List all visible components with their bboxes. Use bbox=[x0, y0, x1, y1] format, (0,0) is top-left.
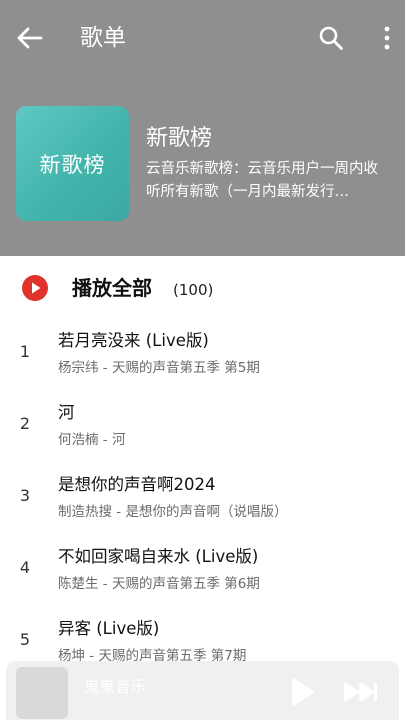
search-button[interactable] bbox=[314, 22, 348, 54]
play-all-label[interactable]: 播放全部 bbox=[72, 272, 152, 304]
song-title: 是想你的声音啊2024 bbox=[58, 475, 216, 494]
play-circle-icon[interactable] bbox=[21, 274, 49, 302]
song-index: 2 bbox=[19, 414, 31, 433]
back-arrow-icon bbox=[17, 27, 43, 49]
playlist-header: 歌单 新歌榜 新歌榜 云音乐新歌榜：云音乐用户一周内收听所有新歌（一月内最新发行… bbox=[0, 0, 405, 256]
song-row[interactable]: 4 不如回家喝自来水 (Live版) 陈楚生 - 天赐的声音第五季 第6期 bbox=[0, 534, 405, 606]
song-subtitle: 杨宗纬 - 天赐的声音第五季 第5期 bbox=[58, 360, 260, 376]
song-title: 若月亮没来 (Live版) bbox=[58, 331, 209, 350]
song-index: 1 bbox=[19, 342, 31, 361]
play-all-count: (100) bbox=[173, 281, 214, 299]
more-options-button[interactable] bbox=[376, 22, 398, 54]
song-subtitle: 何浩楠 - 河 bbox=[58, 432, 126, 448]
song-row[interactable]: 3 是想你的声音啊2024 制造热搜 - 是想你的声音啊（说唱版） bbox=[0, 462, 405, 534]
playlist-name: 新歌榜 bbox=[146, 126, 213, 151]
song-index: 3 bbox=[19, 486, 31, 505]
play-icon[interactable] bbox=[284, 675, 318, 709]
mini-player-cover bbox=[16, 667, 68, 719]
song-index: 5 bbox=[19, 630, 31, 649]
song-row[interactable]: 1 若月亮没来 (Live版) 杨宗纬 - 天赐的声音第五季 第5期 bbox=[0, 318, 405, 390]
search-icon bbox=[319, 26, 343, 50]
mini-player[interactable]: 鬼鬼音乐 bbox=[6, 661, 399, 720]
cover-text: 新歌榜 bbox=[39, 152, 106, 177]
mini-player-title: 鬼鬼音乐 bbox=[84, 678, 147, 696]
more-vertical-icon bbox=[384, 26, 390, 50]
song-row[interactable]: 2 河 何浩楠 - 河 bbox=[0, 390, 405, 462]
song-title: 河 bbox=[58, 403, 75, 422]
song-title: 异客 (Live版) bbox=[58, 619, 160, 638]
playlist-cover[interactable]: 新歌榜 bbox=[16, 106, 129, 221]
song-title: 不如回家喝自来水 (Live版) bbox=[58, 547, 259, 566]
playlist-description[interactable]: 云音乐新歌榜：云音乐用户一周内收听所有新歌（一月内最新发行… bbox=[146, 158, 392, 204]
song-index: 4 bbox=[19, 558, 31, 577]
song-subtitle: 陈楚生 - 天赐的声音第五季 第6期 bbox=[58, 576, 260, 592]
top-bar: 歌单 bbox=[0, 0, 405, 76]
skip-next-icon[interactable] bbox=[342, 678, 380, 706]
song-subtitle: 制造热搜 - 是想你的声音啊（说唱版） bbox=[58, 504, 288, 520]
song-list: 1 若月亮没来 (Live版) 杨宗纬 - 天赐的声音第五季 第5期 2 河 何… bbox=[0, 318, 405, 678]
back-button[interactable] bbox=[14, 22, 46, 54]
page-title: 歌单 bbox=[80, 25, 126, 51]
